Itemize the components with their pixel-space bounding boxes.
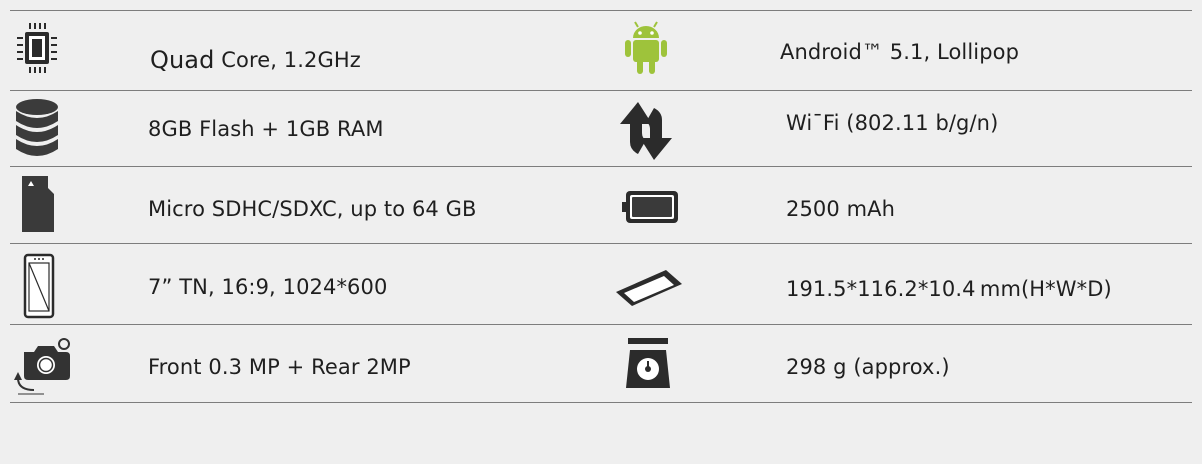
chip-icon [14, 18, 60, 78]
display-spec: 7” TN, 16:9, 1024*600 [148, 266, 387, 308]
os-spec: Android™ 5.1, Lollipop [780, 32, 1019, 72]
wifi-spec: Wi¯Fi (802.11 b/g/n) [786, 102, 998, 144]
storage-icon [12, 97, 62, 163]
os-text: Android™ 5.1, Lollipop [780, 40, 1020, 64]
cpu-text: Core, 1.2GHz [221, 48, 361, 72]
storage-spec: 8GB Flash + 1GB RAM [148, 108, 384, 150]
android-icon [622, 20, 670, 78]
row-divider [10, 10, 1192, 11]
row-divider [10, 90, 1192, 91]
tablet-dimensions-icon [612, 262, 686, 312]
scale-icon [622, 336, 674, 392]
weight-text: 298 g (approx.) [786, 355, 950, 379]
dimensions-spec: 191.5*116.2*10.4 mm(H*W*D) [786, 268, 1112, 310]
phone-screen-icon [20, 252, 58, 320]
sd-card-icon [18, 172, 60, 236]
row-divider [10, 243, 1192, 244]
storage-text: 8GB Flash + 1GB RAM [148, 117, 384, 141]
camera-text: Front 0.3 MP + Rear 2MP [148, 355, 411, 379]
camera-icon [14, 334, 76, 398]
dimensions-text: 191.5*116.2*10.4 mm(H*W*D) [786, 277, 1112, 301]
camera-spec: Front 0.3 MP + Rear 2MP [148, 346, 411, 388]
battery-text: 2500 mAh [786, 197, 896, 221]
card-spec: Micro SDHC/SDXC, up to 64 GB [148, 188, 477, 230]
row-divider [10, 402, 1192, 403]
display-text: 7” TN, 16:9, 1024*600 [148, 275, 388, 299]
row-divider [10, 324, 1192, 325]
wifi-arrows-icon [616, 100, 676, 162]
cpu-spec: Quad Core, 1.2GHz [150, 40, 361, 80]
battery-icon [620, 187, 680, 227]
row-divider [10, 166, 1192, 167]
battery-spec: 2500 mAh [786, 188, 895, 230]
weight-spec: 298 g (approx.) [786, 346, 950, 388]
card-text: Micro SDHC/SDXC, up to 64 GB [148, 197, 477, 221]
cpu-bold: Quad [150, 46, 215, 74]
wifi-text: Wi¯Fi (802.11 b/g/n) [786, 111, 999, 135]
